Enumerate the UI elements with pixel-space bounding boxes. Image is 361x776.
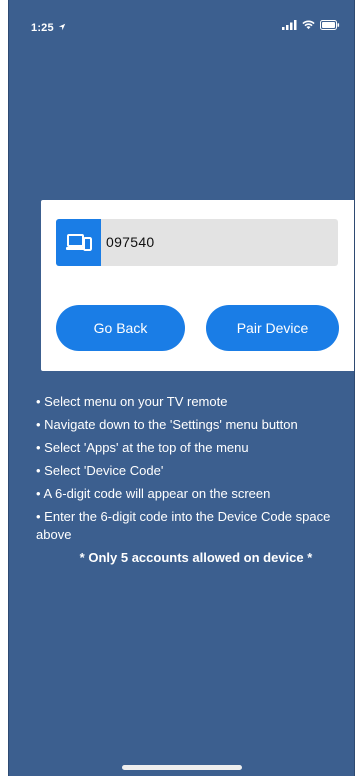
status-bar: 1:25 xyxy=(9,0,354,44)
status-icons xyxy=(282,20,340,30)
device-icon-box xyxy=(56,219,101,266)
status-time: 1:25 xyxy=(31,22,66,34)
home-indicator[interactable] xyxy=(121,765,242,770)
wifi-icon xyxy=(302,20,315,30)
instruction-item: • Enter the 6-digit code into the Device… xyxy=(36,509,331,542)
instruction-item: • Select menu on your TV remote xyxy=(36,394,228,409)
location-arrow-icon xyxy=(58,23,66,31)
instruction-item: • Select 'Device Code' xyxy=(36,463,164,478)
instruction-item: • Select 'Apps' at the top of the menu xyxy=(36,440,249,455)
tv-device-icon xyxy=(65,233,92,251)
signal-bars-icon xyxy=(282,20,297,30)
pair-device-card: 097540 Go Back Pair Device xyxy=(41,200,354,371)
instruction-item: • A 6-digit code will appear on the scre… xyxy=(36,486,271,501)
instruction-item: • Navigate down to the 'Settings' menu b… xyxy=(36,417,298,432)
instructions-list: • Select menu on your TV remote • Naviga… xyxy=(36,393,354,567)
pair-device-button[interactable]: Pair Device xyxy=(206,305,339,351)
account-limit-note: * Only 5 accounts allowed on device * xyxy=(79,550,313,565)
go-back-button[interactable]: Go Back xyxy=(56,305,185,351)
battery-icon xyxy=(320,20,340,30)
device-code-value[interactable]: 097540 xyxy=(106,219,155,266)
app-screen: 1:25 097540 Go Back Pair Device • Select… xyxy=(8,0,355,776)
device-code-field[interactable]: 097540 xyxy=(56,219,338,266)
